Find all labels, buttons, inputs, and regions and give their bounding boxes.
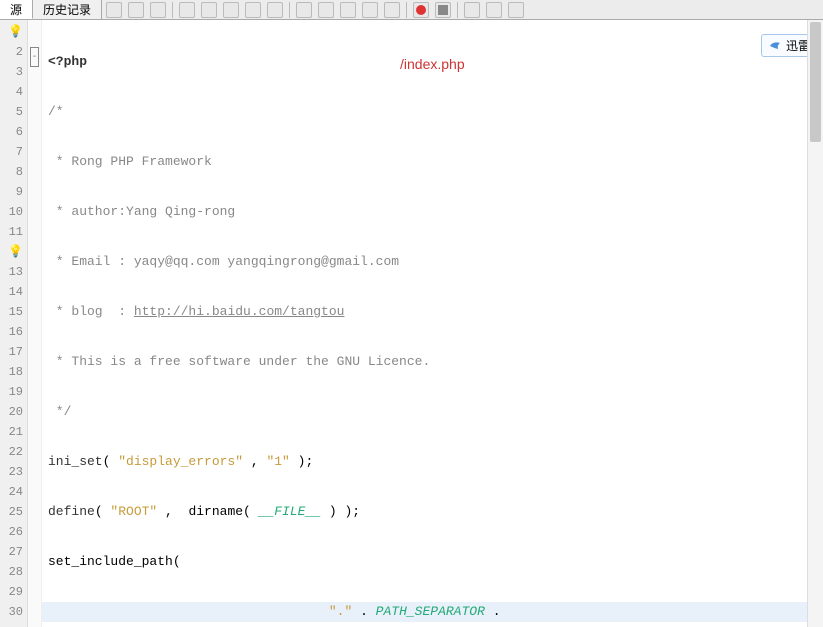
tool-icon-7[interactable] [245,2,261,18]
line-number: 22 [0,442,27,462]
code-area[interactable]: <?php /* * Rong PHP Framework * author:Y… [42,20,823,627]
line-number: 11 [0,222,27,242]
tool-icon-9[interactable] [296,2,312,18]
code-text: set_include_path( [48,554,181,569]
fold-column: - [28,20,42,627]
tab-history[interactable]: 历史记录 [33,0,102,19]
vertical-scrollbar[interactable] [807,20,823,627]
tool-icon-17[interactable] [486,2,502,18]
bird-icon [768,39,782,53]
line-number: 8 [0,162,27,182]
toolbar-sep [172,2,173,18]
toolbar-sep [406,2,407,18]
line-number: 19 [0,382,27,402]
code-text: ); [290,454,313,469]
tab-source[interactable]: 源 [0,0,33,19]
line-number: 20 [0,402,27,422]
code-text: ini_set [48,454,103,469]
line-number: 29 [0,582,27,602]
code-const: __FILE__ [259,504,321,519]
stop-icon[interactable] [435,2,451,18]
code-comment: * This is a free software under the GNU … [48,354,430,369]
fold-toggle[interactable]: - [28,47,41,67]
line-number: 25 [0,502,27,522]
code-string: "1" [266,454,289,469]
code-text: . [485,604,501,619]
hint-bulb-icon[interactable]: 💡 [0,22,27,42]
line-number: 13 [0,262,27,282]
line-gutter: 💡 2 3 4 5 6 7 8 9 10 11 💡 13 14 15 16 17… [0,20,28,627]
code-comment: * author:Yang Qing-rong [48,204,235,219]
code-string: "." [329,604,352,619]
line-number: 27 [0,542,27,562]
line-number: 2 [0,42,27,62]
code-text: ( [103,454,119,469]
editor-tabs: 源 历史记录 [0,0,823,20]
line-number: 4 [0,82,27,102]
code-link: http://hi.baidu.com/tangtou [134,304,345,319]
code-text: define [48,504,95,519]
line-number: 21 [0,422,27,442]
tool-icon-5[interactable] [201,2,217,18]
tool-icon-6[interactable] [223,2,239,18]
code-string: "display_errors" [118,454,243,469]
code-text [48,604,329,619]
find-icon[interactable] [179,2,195,18]
database-icon[interactable] [508,2,524,18]
tool-icon-8[interactable] [267,2,283,18]
toolbar-sep [457,2,458,18]
tool-icon-2[interactable] [128,2,144,18]
line-number: 18 [0,362,27,382]
line-number: 15 [0,302,27,322]
line-number: 5 [0,102,27,122]
code-comment: * Rong PHP Framework [48,154,212,169]
line-number: 23 [0,462,27,482]
code-text: , dirname( [157,504,258,519]
line-number: 17 [0,342,27,362]
tool-icon-3[interactable] [150,2,166,18]
scroll-thumb[interactable] [810,22,821,142]
line-number: 6 [0,122,27,142]
line-number: 16 [0,322,27,342]
toolbar-sep [289,2,290,18]
code-string: "ROOT" [110,504,157,519]
code-text: . [352,604,375,619]
code-text: <?php [48,54,87,69]
line-number: 28 [0,562,27,582]
code-text: ( [95,504,111,519]
tool-icon-16[interactable] [464,2,480,18]
tool-icon-12[interactable] [362,2,378,18]
line-number: 7 [0,142,27,162]
tool-icon-1[interactable] [106,2,122,18]
tool-icon-10[interactable] [318,2,334,18]
code-text: , [243,454,266,469]
hint-bulb-icon[interactable]: 💡 [0,242,27,262]
record-icon[interactable] [413,2,429,18]
code-comment: * Email : yaqy@qq.com yangqingrong@gmail… [48,254,399,269]
tool-icon-11[interactable] [340,2,356,18]
code-editor[interactable]: 💡 2 3 4 5 6 7 8 9 10 11 💡 13 14 15 16 17… [0,20,823,627]
line-number: 24 [0,482,27,502]
line-number: 26 [0,522,27,542]
code-text: ) ); [321,504,360,519]
line-number: 3 [0,62,27,82]
tool-icon-13[interactable] [384,2,400,18]
code-comment: */ [48,404,71,419]
code-const: PATH_SEPARATOR [376,604,485,619]
code-comment: * blog : [48,304,134,319]
line-number: 14 [0,282,27,302]
code-comment: /* [48,104,64,119]
line-number: 9 [0,182,27,202]
file-path-label: /index.php [400,56,465,72]
toolbar [102,0,528,19]
line-number: 30 [0,602,27,622]
line-number: 10 [0,202,27,222]
